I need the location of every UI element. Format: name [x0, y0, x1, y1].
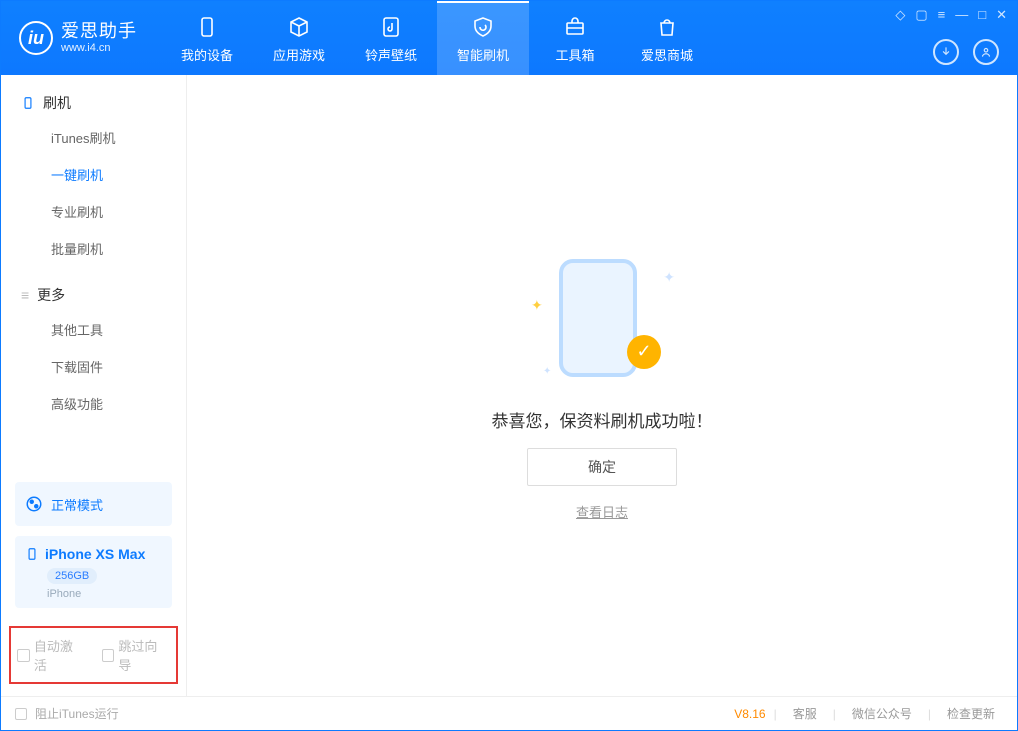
shield-refresh-icon [471, 15, 495, 39]
list-icon: ≡ [21, 287, 29, 303]
device-icon [21, 96, 35, 110]
bag-icon [655, 15, 679, 39]
download-icon [939, 45, 953, 59]
toolbox-icon [563, 15, 587, 39]
header: iu 爱思助手 www.i4.cn 我的设备 应用游戏 铃声壁纸 智能刷机 [1, 1, 1017, 75]
user-button[interactable] [973, 39, 999, 65]
checkbox-icon[interactable] [15, 708, 27, 720]
opt-skip-guide[interactable]: 跳过向导 [102, 636, 171, 674]
logo-url: www.i4.cn [61, 42, 137, 55]
sidebar-item-advanced[interactable]: 高级功能 [1, 385, 186, 422]
settings-icon[interactable]: ▢ [915, 7, 927, 23]
check-badge-icon: ✓ [627, 335, 661, 369]
menu-icon[interactable]: ≡ [938, 7, 946, 23]
tab-label: 爱思商城 [641, 45, 693, 64]
sparkle-icon: ✦ [543, 366, 551, 377]
mode-icon [25, 495, 43, 513]
sidebar-item-itunes[interactable]: iTunes刷机 [1, 119, 186, 156]
footer-link-support[interactable]: 客服 [785, 705, 825, 722]
tab-apps[interactable]: 应用游戏 [253, 1, 345, 75]
success-message: 恭喜您，保资料刷机成功啦！ [492, 407, 713, 432]
sidebar-group-flash: 刷机 [1, 75, 186, 119]
success-illustration: ✦ ✦ ✦ ✓ [527, 251, 677, 391]
tab-label: 应用游戏 [273, 45, 325, 64]
sidebar-item-firmware[interactable]: 下载固件 [1, 348, 186, 385]
checkbox-icon [17, 649, 30, 662]
footer-link-update[interactable]: 检查更新 [939, 705, 1003, 722]
device-name: iPhone XS Max [45, 546, 145, 562]
shirt-icon[interactable]: ◇ [895, 7, 905, 23]
sidebar-item-pro[interactable]: 专业刷机 [1, 193, 186, 230]
music-file-icon [379, 15, 403, 39]
tab-rings[interactable]: 铃声壁纸 [345, 1, 437, 75]
logo-title: 爱思助手 [61, 21, 137, 42]
device-mode[interactable]: 正常模式 [15, 482, 172, 526]
device-card[interactable]: iPhone XS Max 256GB iPhone [15, 536, 172, 608]
sidebar: 刷机 iTunes刷机 一键刷机 专业刷机 批量刷机 ≡ 更多 其他工具 下载固… [1, 75, 187, 696]
maximize-button[interactable]: □ [978, 7, 986, 23]
logo-icon: iu [19, 21, 53, 55]
phone-icon [195, 15, 219, 39]
minimize-button[interactable]: — [955, 7, 968, 23]
sparkle-icon: ✦ [531, 297, 543, 314]
flash-options-box: 自动激活 跳过向导 [9, 626, 178, 684]
footer-link-wechat[interactable]: 微信公众号 [844, 705, 920, 722]
nav-tabs: 我的设备 应用游戏 铃声壁纸 智能刷机 工具箱 爱思商城 [161, 1, 713, 75]
view-log-link[interactable]: 查看日志 [576, 502, 628, 521]
main-content: ✦ ✦ ✦ ✓ 恭喜您，保资料刷机成功啦！ 确定 查看日志 [187, 75, 1017, 696]
sidebar-item-onekey[interactable]: 一键刷机 [1, 156, 186, 193]
tab-label: 智能刷机 [457, 45, 509, 64]
sparkle-icon: ✦ [663, 269, 675, 286]
device-capacity: 256GB [47, 568, 97, 584]
tab-toolbox[interactable]: 工具箱 [529, 1, 621, 75]
block-itunes-toggle-label[interactable]: 阻止iTunes运行 [35, 705, 119, 722]
phone-small-icon [25, 547, 39, 561]
version-label: V8.16 [734, 707, 765, 721]
opt-auto-activate[interactable]: 自动激活 [17, 636, 86, 674]
tab-label: 铃声壁纸 [365, 45, 417, 64]
checkbox-icon [102, 649, 115, 662]
download-button[interactable] [933, 39, 959, 65]
tab-label: 工具箱 [555, 45, 594, 64]
window-controls: ◇ ▢ ≡ — □ ✕ [895, 7, 1007, 23]
phone-illustration-icon [559, 259, 637, 377]
close-button[interactable]: ✕ [996, 7, 1007, 23]
tab-device[interactable]: 我的设备 [161, 1, 253, 75]
cube-icon [287, 15, 311, 39]
tab-label: 我的设备 [181, 45, 233, 64]
tab-store[interactable]: 爱思商城 [621, 1, 713, 75]
ok-button[interactable]: 确定 [527, 448, 677, 486]
sidebar-item-batch[interactable]: 批量刷机 [1, 230, 186, 267]
sidebar-item-other[interactable]: 其他工具 [1, 311, 186, 348]
sidebar-group-more: ≡ 更多 [1, 267, 186, 311]
logo[interactable]: iu 爱思助手 www.i4.cn [1, 21, 151, 55]
tab-flash[interactable]: 智能刷机 [437, 1, 529, 75]
user-icon [979, 45, 993, 59]
footer: 阻止iTunes运行 V8.16 | 客服 | 微信公众号 | 检查更新 [1, 696, 1017, 730]
device-type: iPhone [47, 588, 162, 600]
